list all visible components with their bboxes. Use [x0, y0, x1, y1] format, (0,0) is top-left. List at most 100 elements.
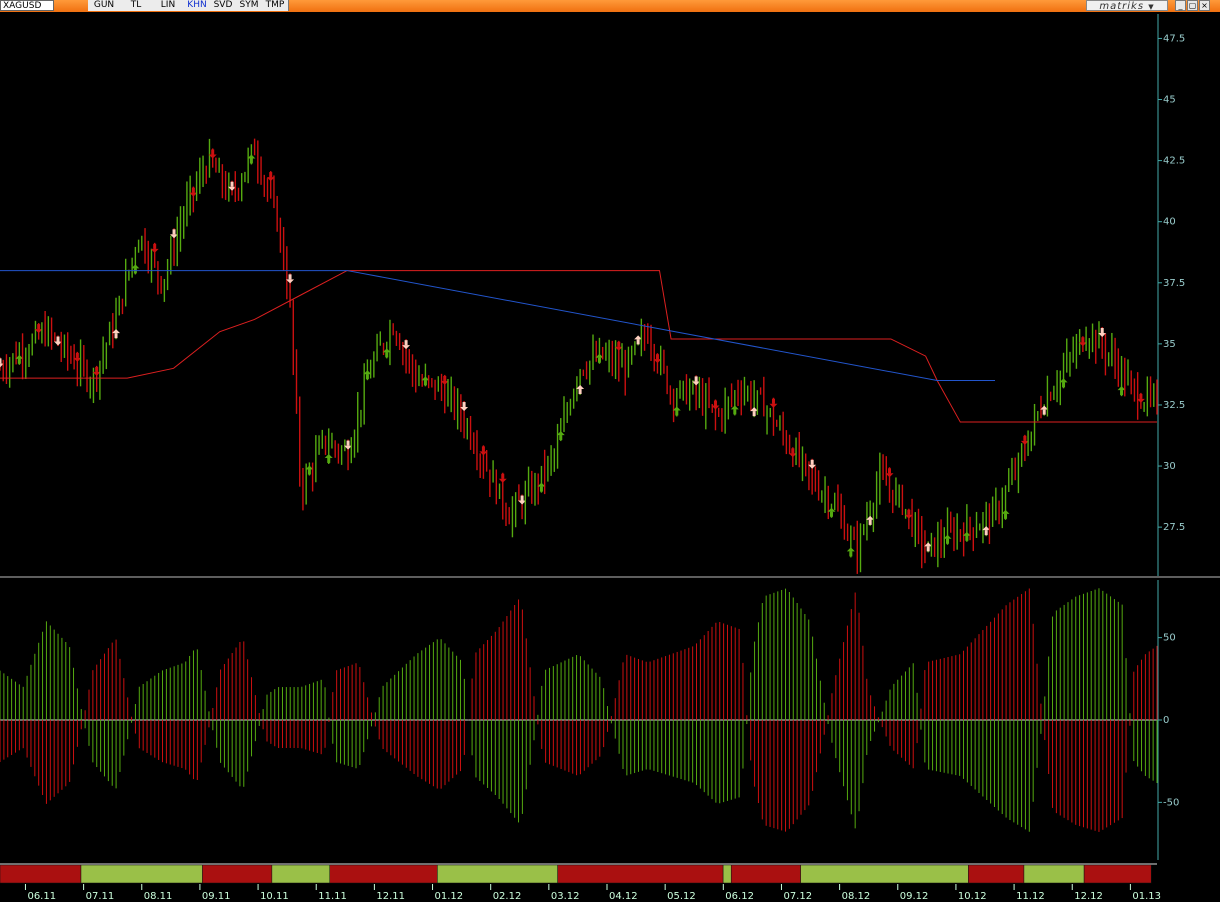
arrow-stem [56, 336, 60, 342]
arrow-stem [926, 546, 930, 552]
arrow-stem [539, 486, 543, 492]
arrow-stem [849, 551, 853, 557]
arrow-stem [443, 375, 447, 381]
arrow-stem [578, 389, 582, 395]
price-y-tick-label: 30 [1163, 461, 1176, 472]
signal-segment [800, 864, 969, 884]
arrow-stem [1004, 513, 1008, 519]
signal-segment [968, 864, 1025, 884]
x-tick-label: 06.11 [27, 891, 56, 902]
buy-arrow-marker [846, 547, 855, 552]
arrow-stem [520, 495, 524, 501]
arrow-stem [95, 366, 99, 372]
arrow-stem [946, 538, 950, 544]
arrow-stem [481, 446, 485, 452]
x-tick-label: 04.12 [609, 891, 638, 902]
arrow-stem [1042, 409, 1046, 415]
arrow-stem [791, 448, 795, 454]
arrow-stem [907, 509, 911, 515]
x-tick-label: 11.11 [318, 891, 347, 902]
signal-segment [1083, 864, 1152, 884]
arrow-stem [385, 352, 389, 358]
arrow-stem [249, 158, 253, 164]
x-tick-label: 09.11 [202, 891, 231, 902]
price-y-tick-label: 45 [1163, 95, 1176, 106]
arrow-stem [1081, 337, 1085, 343]
arrow-stem [307, 469, 311, 475]
osc-y-tick-label: 0 [1163, 715, 1169, 726]
x-tick-label: 05.12 [667, 891, 696, 902]
arrow-stem [17, 358, 21, 364]
reference-line [0, 270, 996, 382]
arrow-stem [597, 357, 601, 363]
arrow-stem [868, 519, 872, 525]
arrow-stem [965, 535, 969, 541]
arrow-stem [423, 380, 427, 386]
arrow-stem [888, 468, 892, 474]
signal-segment [202, 864, 273, 884]
sell-arrow-marker [769, 403, 778, 408]
arrow-stem [114, 333, 118, 339]
arrow-stem [501, 473, 505, 479]
price-y-tick-label: 32.5 [1163, 400, 1185, 411]
x-tick-label: 08.11 [144, 891, 173, 902]
signal-segment [80, 864, 203, 884]
arrow-stem [462, 402, 466, 408]
signal-segment [722, 864, 732, 884]
arrow-stem [694, 376, 698, 382]
arrow-stem [675, 410, 679, 416]
signal-strip [0, 863, 1157, 884]
arrow-stem [636, 339, 640, 345]
signal-segment [557, 864, 724, 884]
arrow-stem [771, 398, 775, 404]
arrow-stem [327, 457, 331, 463]
x-tick-label: 08.12 [842, 891, 871, 902]
arrow-stem [191, 187, 195, 193]
x-tick-label: 09.12 [900, 891, 929, 902]
signal-segment [730, 864, 801, 884]
arrow-stem [288, 274, 292, 280]
arrow-stem [1139, 393, 1143, 399]
x-axis: 06.11 07.11 08.11 09.11 10.11 11.11 12.11 01.12… [24, 884, 1161, 902]
x-tick-label: 07.11 [86, 891, 115, 902]
signal-segment [329, 864, 438, 884]
arrow-stem [655, 354, 659, 360]
price-y-tick-label: 42.5 [1163, 156, 1185, 167]
x-tick-label: 10.11 [260, 891, 289, 902]
x-tick-label: 01.12 [435, 891, 464, 902]
price-y-tick-label: 37.5 [1163, 278, 1185, 289]
x-tick-label: 11.12 [1016, 891, 1045, 902]
arrow-stem [1100, 327, 1104, 333]
arrow-stem [404, 340, 408, 346]
signal-segment [271, 864, 330, 884]
x-tick-label: 10.12 [958, 891, 987, 902]
sell-arrow-marker [498, 478, 507, 483]
arrow-stem [829, 511, 833, 517]
arrow-stem [0, 358, 2, 364]
arrow-stem [75, 352, 79, 358]
arrow-stem [230, 181, 234, 187]
x-tick-label: 01.13 [1132, 891, 1161, 902]
arrow-stem [211, 149, 215, 155]
signal-segment [437, 864, 558, 884]
x-tick-label: 06.12 [725, 891, 754, 902]
price-y-tick-label: 40 [1163, 217, 1176, 228]
arrow-stem [617, 341, 621, 347]
price-panel: 27.5 30 32.5 35 37.5 40 42.5 45 47.5 [0, 14, 1220, 578]
arrow-stem [559, 435, 563, 441]
x-tick-label: 12.11 [376, 891, 405, 902]
arrow-stem [1023, 435, 1027, 441]
arrow-stem [810, 459, 814, 465]
arrow-stem [1120, 390, 1124, 396]
arrow-stem [713, 400, 717, 406]
arrow-stem [172, 229, 176, 235]
signal-segment [1023, 864, 1085, 884]
signal-segment [0, 864, 82, 884]
arrow-stem [365, 374, 369, 380]
osc-y-tick-label: -50 [1163, 797, 1179, 808]
chart-canvas[interactable]: 27.5 30 32.5 35 37.5 40 42.5 45 47.5 -50 0 50 06.1… [0, 0, 1220, 902]
price-y-tick-label: 35 [1163, 339, 1176, 350]
osc-y-tick-label: 50 [1163, 633, 1176, 644]
arrow-stem [153, 243, 157, 249]
price-y-tick-label: 27.5 [1163, 522, 1185, 533]
